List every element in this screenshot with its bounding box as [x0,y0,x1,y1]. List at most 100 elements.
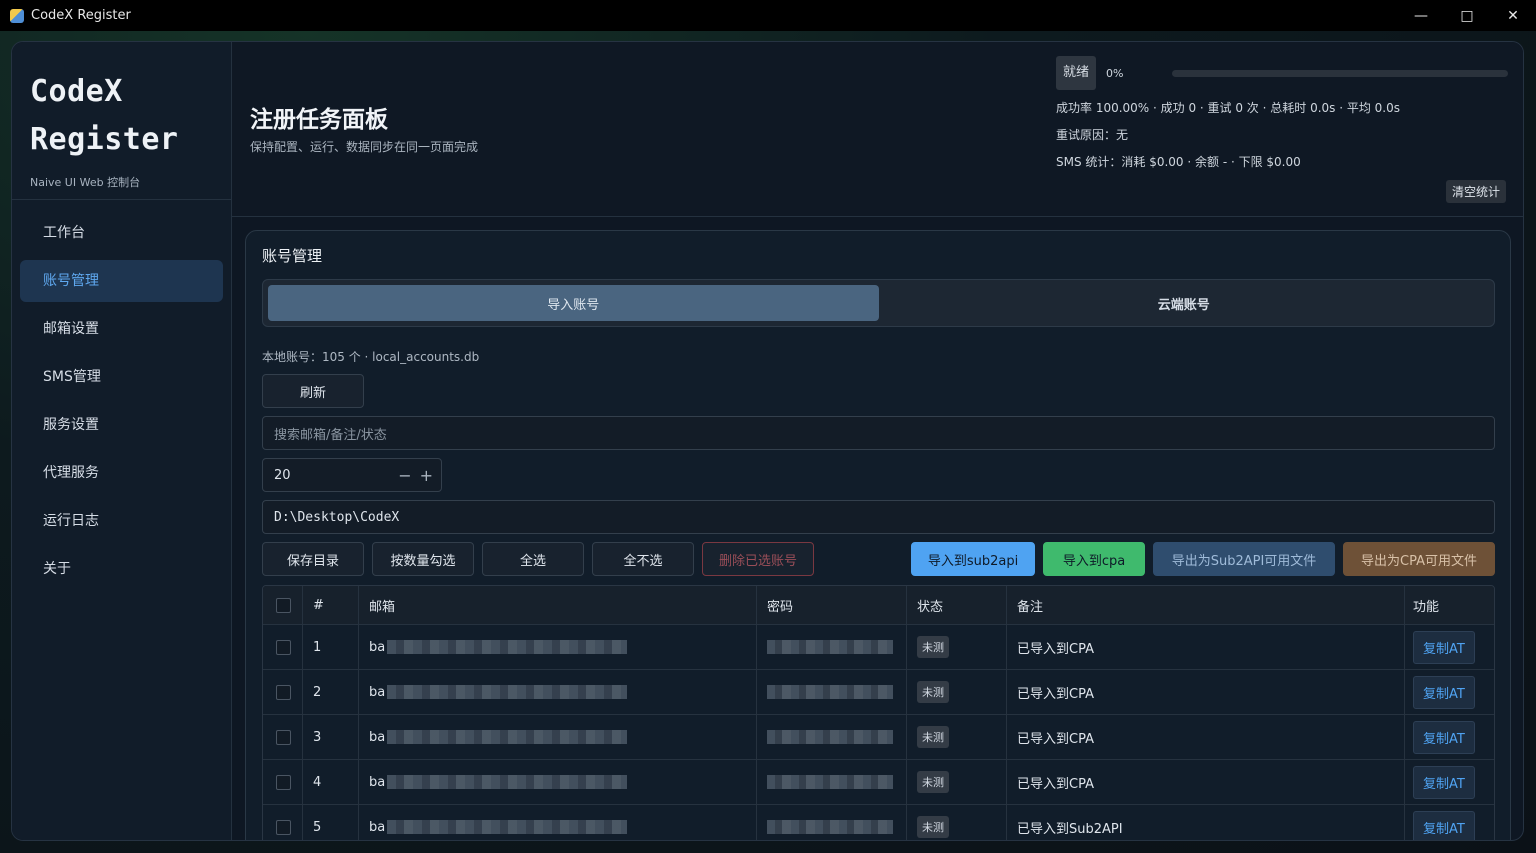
email-redacted [387,730,628,744]
tab-import-accounts[interactable]: 导入账号 [268,285,879,321]
minus-icon[interactable]: − [398,466,411,485]
column-header-status: 状态 [907,586,1007,624]
sidebar-nav: 工作台 账号管理 邮箱设置 SMS管理 服务设置 代理服务 运行日志 关于 [12,200,231,608]
main-panel: CodeX Register Naive UI Web 控制台 工作台 账号管理… [11,41,1524,841]
app-logo-icon [10,8,24,23]
row-checkbox[interactable] [276,729,291,745]
delete-selected-button[interactable]: 删除已选账号 [702,542,814,576]
sidebar-item-logs[interactable]: 运行日志 [20,500,223,542]
plus-icon[interactable]: + [420,466,433,485]
row-checkbox[interactable] [276,819,291,835]
refresh-button[interactable]: 刷新 [262,374,364,408]
row-note: 已导入到CPA [1007,760,1405,804]
local-accounts-info: 本地账号：105 个 · local_accounts.db [262,350,480,364]
close-icon[interactable]: ✕ [1490,0,1536,31]
row-checkbox[interactable] [276,774,291,790]
row-password [757,670,907,714]
email-redacted [387,820,628,834]
save-directory-button[interactable]: 保存目录 [262,542,364,576]
row-checkbox[interactable] [276,639,291,655]
column-header-password: 密码 [757,586,907,624]
sidebar-item-about[interactable]: 关于 [20,548,223,590]
export-sub2api-button[interactable]: 导出为Sub2API可用文件 [1153,542,1335,576]
copy-at-button[interactable]: 复制AT [1413,630,1475,664]
progress-percent: 0% [1106,66,1124,80]
app-background: CodeX Register Naive UI Web 控制台 工作台 账号管理… [0,31,1536,853]
table-row: 1 ba 未测 已导入到CPA 复制AT [263,625,1494,670]
row-checkbox[interactable] [276,684,291,700]
sidebar: CodeX Register Naive UI Web 控制台 工作台 账号管理… [12,42,232,840]
copy-at-button[interactable]: 复制AT [1413,675,1475,709]
brand: CodeX Register Naive UI Web 控制台 [12,42,231,200]
password-redacted [767,685,893,699]
brand-subtitle: Naive UI Web 控制台 [30,176,141,189]
table-row: 5 ba 未测 已导入到Sub2API 复制AT [263,805,1494,840]
row-email: ba [359,670,757,714]
table-header: # 邮箱 密码 状态 备注 功能 [263,586,1494,625]
search-input[interactable]: 搜索邮箱/备注/状态 [262,416,1495,450]
tab-cloud-accounts[interactable]: 云端账号 [879,285,1490,321]
row-password [757,715,907,759]
window-controls: — □ ✕ [1398,0,1536,31]
import-sub2api-button[interactable]: 导入到sub2api [911,542,1035,576]
row-index: 1 [303,625,359,669]
select-all-checkbox[interactable] [276,597,291,613]
sidebar-item-sms[interactable]: SMS管理 [20,356,223,398]
clear-stats-button[interactable]: 清空统计 [1446,180,1507,203]
sidebar-item-service-settings[interactable]: 服务设置 [20,404,223,446]
maximize-icon[interactable]: □ [1444,0,1490,31]
row-note: 已导入到CPA [1007,715,1405,759]
select-by-count-button[interactable]: 按数量勾选 [372,542,474,576]
password-redacted [767,775,893,789]
password-redacted [767,640,893,654]
card-title: 账号管理 [262,247,323,265]
status-area: 就绪 0% 成功率 100.00% · 成功 0 · 重试 0 次 · 总耗时 … [1056,56,1508,171]
page-subtitle: 保持配置、运行、数据同步在同一页面完成 [250,140,479,154]
row-note: 已导入到Sub2API [1007,805,1405,840]
column-header-function: 功能 [1413,599,1440,615]
row-email: ba [359,760,757,804]
account-card: 账号管理 导入账号 云端账号 本地账号：105 个 · local_accoun… [245,230,1511,840]
row-email-prefix: ba [369,684,386,700]
account-tabs: 导入账号 云端账号 [262,279,1495,327]
brand-title-line1: CodeX [30,74,123,109]
sidebar-item-workbench[interactable]: 工作台 [20,212,223,254]
copy-at-button[interactable]: 复制AT [1413,720,1475,754]
table-row: 4 ba 未测 已导入到CPA 复制AT [263,760,1494,805]
status-badge: 未测 [917,681,949,703]
select-none-button[interactable]: 全不选 [592,542,694,576]
row-email-prefix: ba [369,819,386,835]
page-size-stepper[interactable]: 20 − + [262,458,442,492]
status-badge: 未测 [917,816,949,838]
copy-at-button[interactable]: 复制AT [1413,765,1475,799]
status-badge: 就绪 [1056,56,1097,90]
row-note: 已导入到CPA [1007,670,1405,714]
row-index: 5 [303,805,359,840]
email-redacted [387,640,628,654]
row-password [757,625,907,669]
import-cpa-button[interactable]: 导入到cpa [1043,542,1145,576]
row-note: 已导入到CPA [1007,625,1405,669]
window-title: CodeX Register [31,8,131,23]
row-index: 3 [303,715,359,759]
minimize-icon[interactable]: — [1398,0,1444,31]
row-email-prefix: ba [369,639,386,655]
copy-at-button[interactable]: 复制AT [1413,810,1475,840]
column-header-email: 邮箱 [359,586,757,624]
search-placeholder: 搜索邮箱/备注/状态 [274,427,387,443]
select-all-button[interactable]: 全选 [482,542,584,576]
retry-reason: 重试原因：无 [1056,128,1129,142]
sms-stats: SMS 统计：消耗 $0.00 · 余额 - · 下限 $0.00 [1056,155,1301,169]
directory-input[interactable]: D:\Desktop\CodeX [262,500,1495,534]
sidebar-item-accounts[interactable]: 账号管理 [20,260,223,302]
sidebar-item-proxy[interactable]: 代理服务 [20,452,223,494]
page-header: 注册任务面板 保持配置、运行、数据同步在同一页面完成 就绪 0% 成功率 100… [232,42,1523,217]
row-email-prefix: ba [369,774,386,790]
table-row: 3 ba 未测 已导入到CPA 复制AT [263,715,1494,760]
directory-value: D:\Desktop\CodeX [274,509,400,525]
sidebar-item-mail-settings[interactable]: 邮箱设置 [20,308,223,350]
column-header-note: 备注 [1007,586,1405,624]
status-badge: 未测 [917,771,949,793]
row-password [757,760,907,804]
export-cpa-button[interactable]: 导出为CPA可用文件 [1343,542,1495,576]
